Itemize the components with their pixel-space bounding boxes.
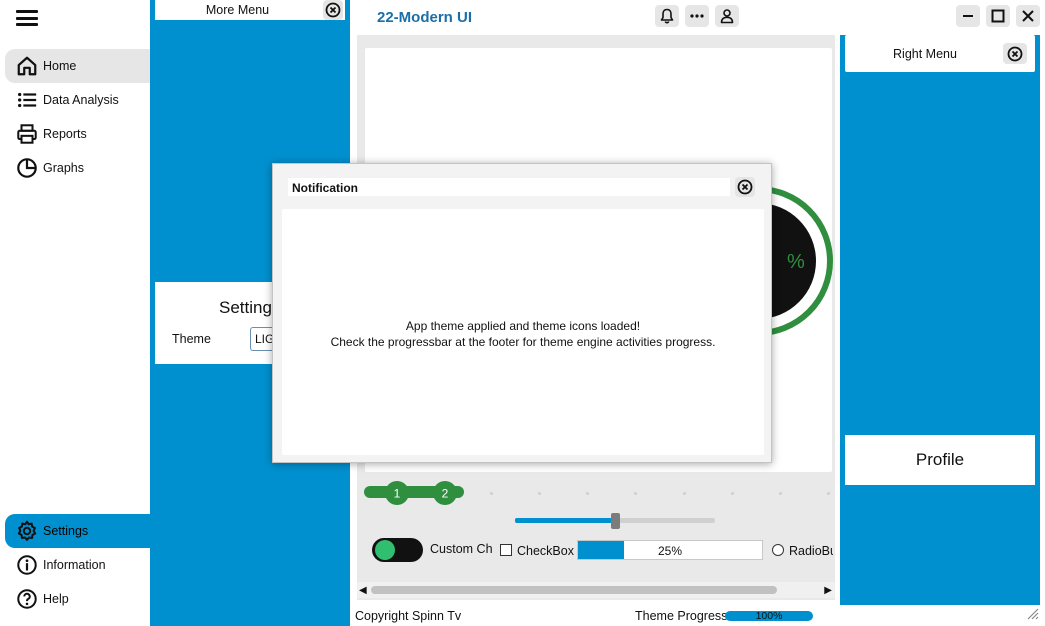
more-menu-close-button[interactable] [323, 0, 343, 20]
close-icon [1022, 10, 1034, 22]
sidebar-item-label: Information [43, 558, 106, 572]
sidebar-item-settings[interactable]: Settings [5, 514, 150, 548]
settings-title: Setting [219, 298, 272, 317]
more-options-button[interactable] [685, 5, 709, 27]
right-menu-header: Right Menu [845, 35, 1035, 72]
theme-progress-label: Theme Progress [635, 609, 728, 623]
radio-button[interactable] [772, 544, 784, 556]
minimize-icon [963, 15, 973, 17]
ellipsis-icon [690, 14, 704, 18]
minimize-button[interactable] [956, 5, 980, 27]
radio-button-label: RadioBu [789, 544, 833, 558]
app-title: 22-Modern UI [377, 9, 473, 26]
checkbox-label: CheckBox [517, 544, 574, 558]
sidebar-item-label: Graphs [43, 161, 84, 175]
sidebar-item-information[interactable]: Information [5, 548, 150, 582]
sidebar-item-label: Reports [43, 127, 87, 141]
notification-header: Notification [288, 178, 730, 196]
profile-button[interactable]: Profile [845, 435, 1035, 485]
stepper: 1 2 [364, 481, 464, 505]
step-1-label: 1 [394, 487, 401, 501]
footer-copyright: Copyright Spinn Tv [355, 609, 462, 623]
help-icon [15, 587, 39, 611]
gear-icon [15, 519, 39, 543]
sidebar-item-label: Home [43, 59, 77, 73]
theme-progress-text: 100% [755, 610, 783, 622]
bell-icon [660, 8, 674, 24]
notification-close-button[interactable] [735, 177, 755, 197]
checkbox[interactable] [500, 544, 512, 556]
slider-thumb[interactable] [611, 513, 620, 529]
stepper-track [490, 492, 830, 496]
toggle-knob [375, 540, 395, 560]
close-icon [1007, 46, 1023, 61]
theme-label: Theme [172, 332, 211, 346]
notification-button[interactable] [655, 5, 679, 27]
home-icon [15, 54, 39, 78]
theme-progress-bar: 100% [725, 610, 813, 622]
step-2-label: 2 [442, 487, 449, 501]
notification-message-line-2: Check the progressbar at the footer for … [330, 335, 716, 349]
progress-bar: 25% [577, 540, 763, 560]
toggle-switch[interactable] [372, 538, 423, 562]
user-profile-button[interactable] [715, 5, 739, 27]
sidebar-item-data-analysis[interactable]: Data Analysis [5, 83, 150, 117]
info-icon [15, 553, 39, 577]
more-menu-header: More Menu [155, 0, 345, 20]
sidebar-item-label: Help [43, 592, 69, 606]
gauge-text: % [787, 251, 805, 273]
scroll-left-arrow-icon[interactable]: ◀ [359, 585, 367, 596]
maximize-button[interactable] [986, 5, 1010, 27]
printer-icon [15, 122, 39, 146]
horizontal-scrollbar[interactable]: ◀ ▶ [357, 582, 835, 598]
sidebar-item-reports[interactable]: Reports [5, 117, 150, 151]
right-menu-close-button[interactable] [1003, 43, 1027, 64]
sidebar-item-help[interactable]: Help [5, 582, 150, 616]
user-icon [720, 9, 734, 24]
right-menu-title: Right Menu [893, 47, 957, 61]
list-icon [15, 88, 39, 112]
notification-title: Notification [292, 181, 358, 195]
right-menu-panel [840, 35, 1040, 605]
sidebar-item-graphs[interactable]: Graphs [5, 151, 150, 185]
maximize-icon [991, 9, 1005, 23]
pie-chart-icon [15, 156, 39, 180]
sidebar-item-label: Settings [43, 524, 89, 538]
slider-fill [515, 518, 615, 523]
custom-checkbox-label: Custom Ch [430, 542, 492, 556]
close-icon [325, 2, 341, 18]
notification-dialog: Notification App theme applied and theme… [272, 163, 772, 463]
close-window-button[interactable] [1016, 5, 1040, 27]
more-menu-title: More Menu [205, 3, 270, 17]
resize-grip-icon[interactable] [1025, 606, 1039, 620]
scrollbar-thumb[interactable] [371, 586, 777, 594]
notification-body: App theme applied and theme icons loaded… [282, 209, 764, 455]
close-icon [737, 179, 753, 195]
sidebar-item-label: Data Analysis [43, 93, 119, 107]
progress-text: 25% [657, 544, 683, 558]
hamburger-menu-icon[interactable] [14, 8, 40, 28]
scroll-right-arrow-icon[interactable]: ▶ [824, 585, 832, 596]
notification-message-line-1: App theme applied and theme icons loaded… [405, 319, 641, 333]
left-sidebar: Home Data Analysis Reports Graphs Settin… [0, 0, 150, 626]
sidebar-item-home[interactable]: Home [5, 49, 150, 83]
